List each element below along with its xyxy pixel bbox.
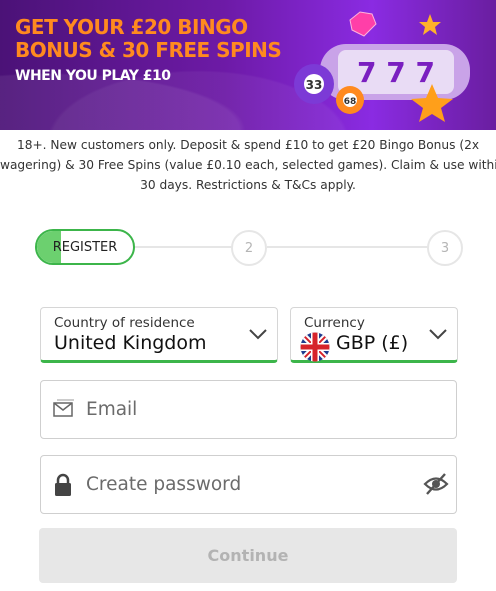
terms-line: wagering) & 30 Free Spins (value £0.10 e… (0, 158, 496, 172)
password-field[interactable]: Create password (40, 455, 457, 514)
email-placeholder: Email (86, 399, 138, 420)
reel-sevens: 7 7 7 (357, 56, 435, 89)
step-3: 3 (427, 230, 463, 266)
promo-headline-line2: BONUS & 30 FREE SPINS (15, 38, 282, 62)
continue-button[interactable]: Continue (39, 528, 457, 583)
password-placeholder: Create password (86, 474, 242, 495)
terms-line: 18+. New customers only. Deposit & spend… (16, 138, 480, 152)
step-register: REGISTER (35, 229, 135, 265)
svg-text:68: 68 (344, 97, 357, 107)
step-2: 2 (231, 230, 267, 266)
registration-stepper: REGISTER 2 3 (35, 229, 465, 266)
eye-off-icon[interactable] (423, 472, 449, 496)
sparkle-star-icon (419, 14, 441, 35)
chevron-down-icon (249, 329, 267, 340)
country-select[interactable]: Country of residence United Kingdom (40, 307, 278, 363)
country-label: Country of residence (54, 315, 195, 331)
stepper-connector (133, 246, 233, 248)
currency-value: GBP (£) (336, 332, 409, 354)
stepper-connector (267, 246, 429, 248)
uk-flag-icon (300, 332, 330, 362)
svg-text:33: 33 (306, 78, 323, 92)
country-value: United Kingdom (54, 332, 207, 354)
step-register-label: REGISTER (52, 239, 118, 255)
slot-machine-illustration: 7 7 7 33 68 (294, 11, 470, 122)
currency-label: Currency (304, 315, 365, 331)
promo-subline: WHEN YOU PLAY £10 (15, 68, 171, 84)
gem-icon (349, 11, 377, 37)
envelope-icon (53, 399, 74, 417)
terms-line: 30 days. Restrictions & T&Cs apply. (140, 178, 356, 192)
email-field[interactable]: Email (40, 380, 457, 439)
chevron-down-icon (429, 329, 447, 340)
promo-terms: 18+. New customers only. Deposit & spend… (0, 135, 496, 195)
promo-banner[interactable]: GET YOUR £20 BINGO BONUS & 30 FREE SPINS… (0, 0, 496, 130)
promo-headline-line1: GET YOUR £20 BINGO (15, 15, 248, 39)
currency-select[interactable]: Currency GBP (£) (290, 307, 458, 363)
lock-icon (55, 473, 71, 496)
